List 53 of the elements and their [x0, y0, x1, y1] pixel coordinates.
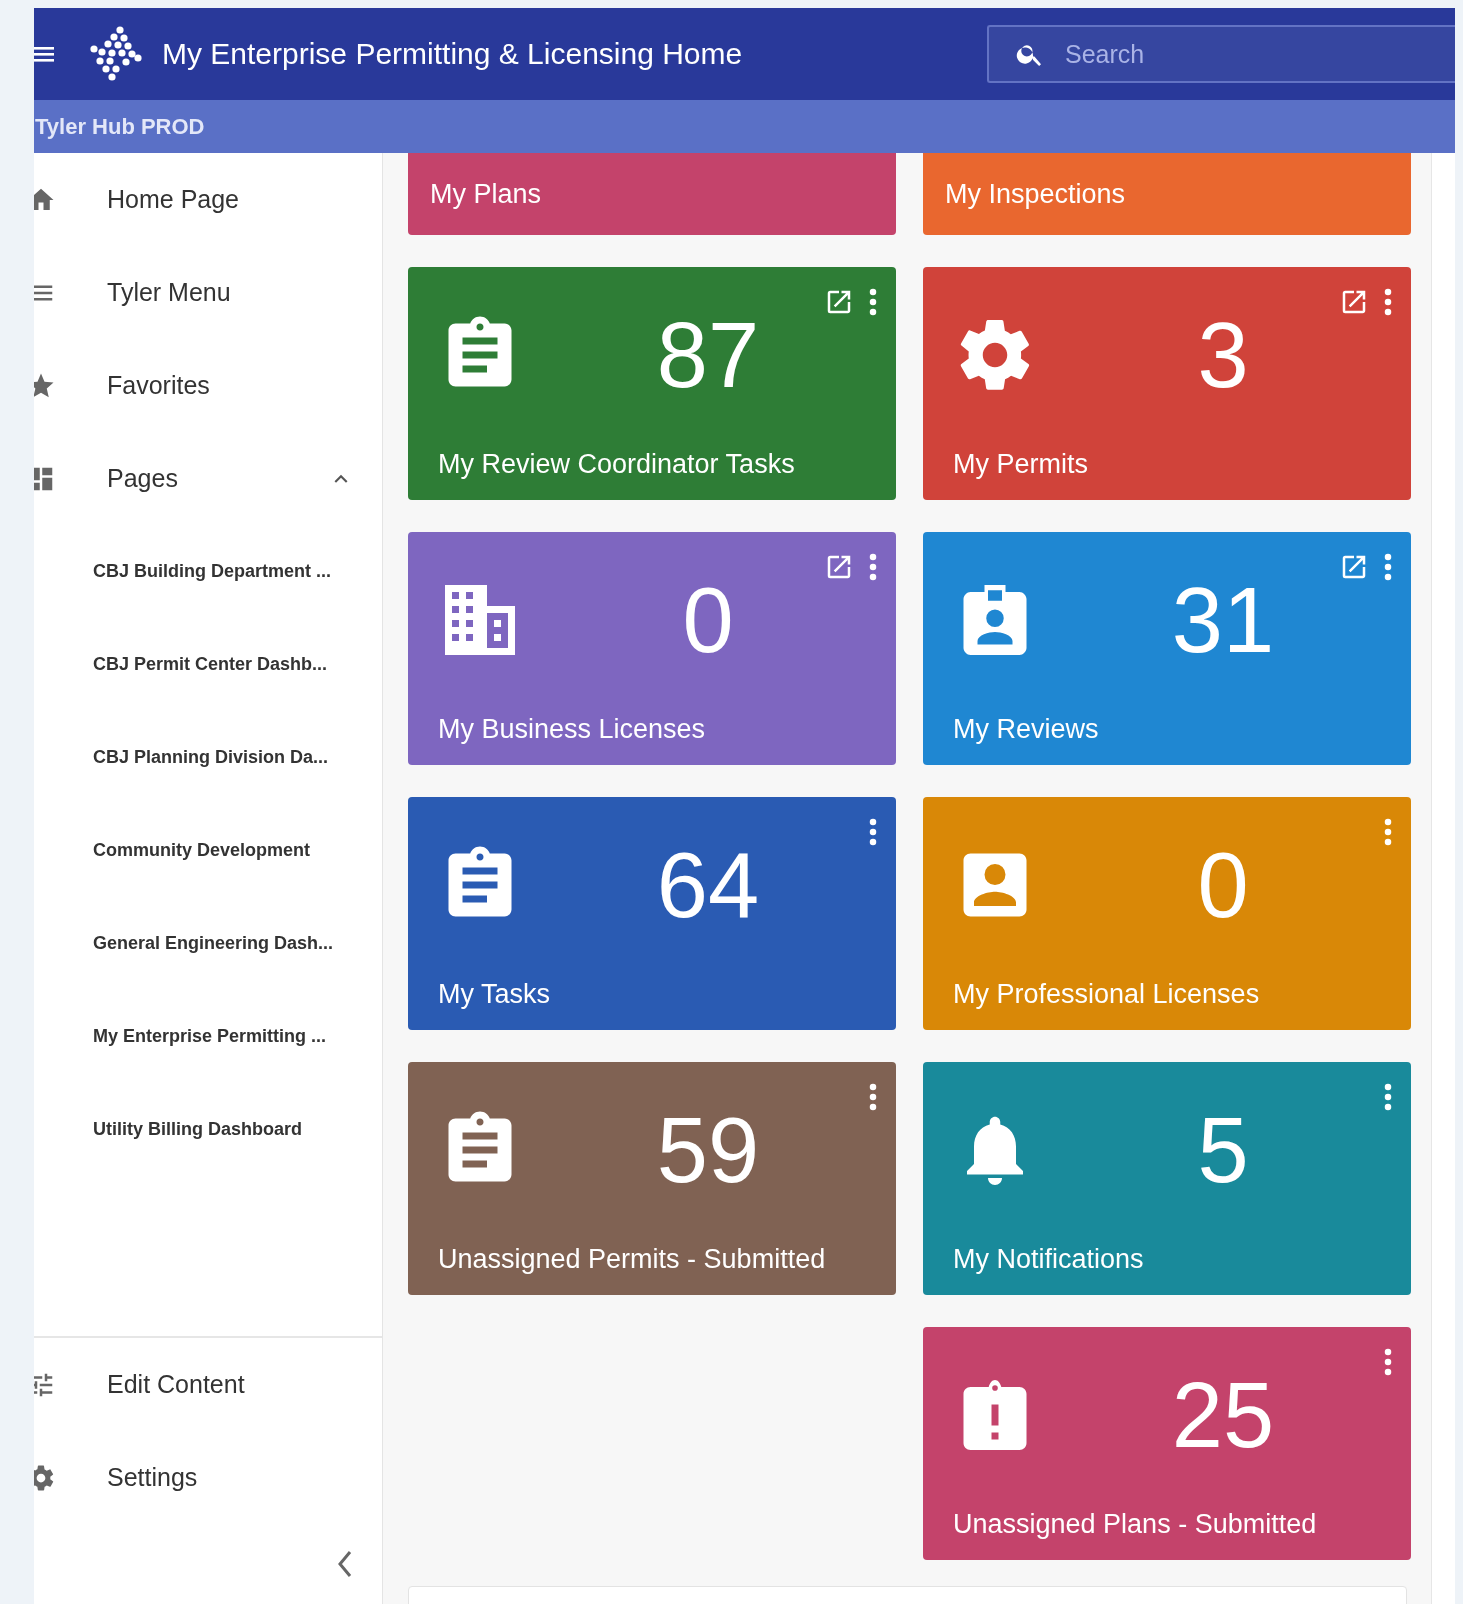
- dashboard-tile[interactable]: 31 My Reviews: [923, 532, 1411, 765]
- more-options-icon[interactable]: [868, 1082, 878, 1112]
- sidebar-page-link[interactable]: CBJ Permit Center Dashb...: [34, 618, 382, 711]
- tile-count: 64: [655, 832, 761, 938]
- sidebar-item[interactable]: Edit Content: [34, 1338, 382, 1431]
- sidebar-item[interactable]: Settings: [34, 1431, 382, 1524]
- sidebar-page-link[interactable]: General Engineering Dash...: [34, 897, 382, 990]
- tile-title: My Review Coordinator Tasks: [438, 449, 796, 480]
- more-options-icon[interactable]: [868, 287, 878, 317]
- search-bar[interactable]: Search: [987, 25, 1455, 83]
- tile-title: My Tasks: [438, 979, 552, 1010]
- more-options-icon[interactable]: [1383, 552, 1393, 582]
- more-options-icon[interactable]: [1383, 1347, 1393, 1377]
- tile-count: 5: [1196, 1097, 1250, 1203]
- sidebar-item[interactable]: Pages: [34, 432, 382, 525]
- dashboard-tile[interactable]: 87 My Review Coordinator Tasks: [408, 267, 896, 500]
- tile-count: 31: [1170, 567, 1276, 673]
- tile-title: Unassigned Plans - Submitted: [953, 1509, 1318, 1540]
- sidebar-item[interactable]: Home Page: [34, 153, 382, 246]
- sidebar-page-link[interactable]: My Enterprise Permitting ...: [34, 990, 382, 1083]
- tile-count: 3: [1196, 302, 1250, 408]
- more-options-icon[interactable]: [1383, 287, 1393, 317]
- tile-title: My Reviews: [953, 714, 1100, 745]
- sidebar-item[interactable]: Favorites: [34, 339, 382, 432]
- dashboard-tile[interactable]: 3 My Permits: [923, 267, 1411, 500]
- sidebar-page-link[interactable]: CBJ Building Department ...: [34, 525, 382, 618]
- dashboard-tile[interactable]: 0 My Business Licenses: [408, 532, 896, 765]
- tile-title: My Notifications: [953, 1244, 1145, 1275]
- sidebar-page-link[interactable]: Community Development: [34, 804, 382, 897]
- page-title: My Enterprise Permitting & Licensing Home: [162, 37, 743, 71]
- tile-title: My Business Licenses: [438, 714, 707, 745]
- sidebar-page-link[interactable]: CBJ Planning Division Da...: [34, 711, 382, 804]
- tile-title: My Permits: [953, 449, 1089, 480]
- dashboard-tile[interactable]: 25 Unassigned Plans - Submitted: [923, 1327, 1411, 1560]
- tile-count: 25: [1170, 1362, 1276, 1468]
- tile-title: Unassigned Permits - Submitted: [438, 1244, 827, 1275]
- sidebar-page-link[interactable]: Utility Billing Dashboard: [34, 1083, 382, 1176]
- dashboard-tile[interactable]: 5 My Notifications: [923, 1062, 1411, 1295]
- more-options-icon[interactable]: [1383, 1082, 1393, 1112]
- dashboard-tile[interactable]: 59 Unassigned Permits - Submitted: [408, 1062, 896, 1295]
- more-options-icon[interactable]: [1383, 817, 1393, 847]
- tile-count: 0: [681, 567, 735, 673]
- environment-name: Tyler Hub PROD: [35, 113, 205, 140]
- tile-title: My Professional Licenses: [953, 979, 1261, 1010]
- dashboard-card-header[interactable]: My Plans: [408, 153, 896, 235]
- more-options-icon[interactable]: [868, 552, 878, 582]
- sidebar-item[interactable]: Tyler Menu: [34, 246, 382, 339]
- tile-count: 87: [655, 302, 761, 408]
- search-field[interactable]: Search: [1063, 38, 1447, 70]
- tile-count: 59: [655, 1097, 761, 1203]
- more-options-icon[interactable]: [868, 817, 878, 847]
- tile-count: 0: [1196, 832, 1250, 938]
- dashboard-tile[interactable]: 64 My Tasks: [408, 797, 896, 1030]
